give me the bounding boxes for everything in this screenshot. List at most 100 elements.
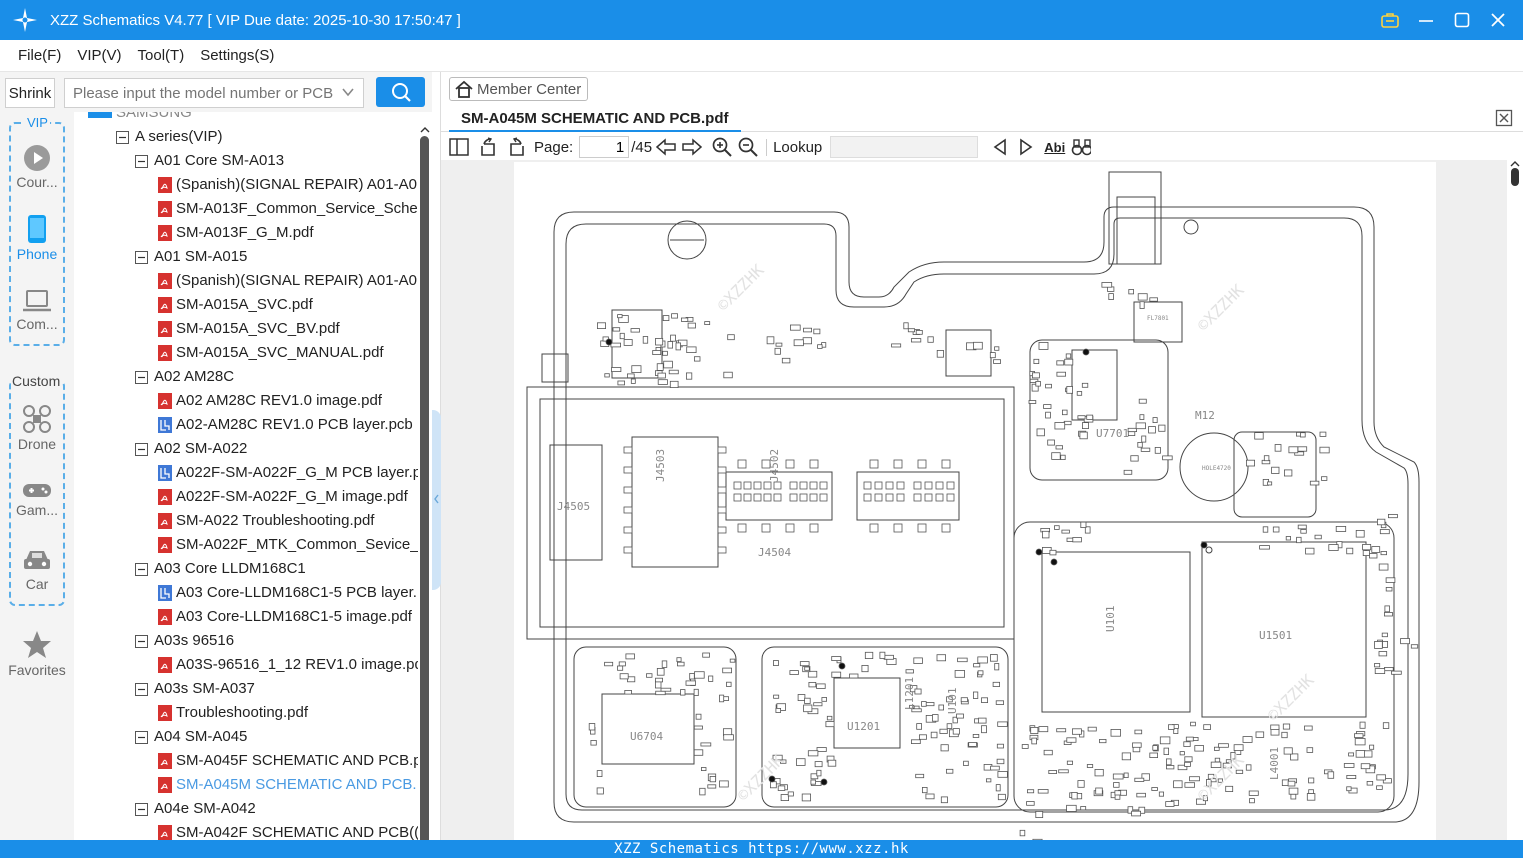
binoculars-icon[interactable]: [1071, 137, 1092, 157]
search-button[interactable]: [376, 77, 425, 107]
tree-file[interactable]: A02-AM28C REV1.0 PCB layer.pcb: [158, 413, 413, 437]
pcb-pad: [1270, 724, 1280, 730]
pcb-pad: [1072, 537, 1082, 543]
tree-file[interactable]: A022F-SM-A022F_G_M image.pdf: [158, 485, 408, 509]
sidebar-item-favorites[interactable]: Favorites: [0, 630, 74, 678]
pcb-pad: [775, 708, 781, 713]
tree-file[interactable]: Troubleshooting.pdf: [158, 701, 308, 725]
zoom-in-icon[interactable]: [712, 137, 732, 157]
pcb-pad: [1166, 765, 1175, 770]
lookup-input[interactable]: [830, 136, 979, 158]
pdf-scrollbar[interactable]: [1507, 160, 1523, 840]
scroll-up-icon[interactable]: [1510, 160, 1520, 167]
tree-file[interactable]: A022F-SM-A022F_G_M PCB layer.p: [158, 461, 418, 485]
pdf-page[interactable]: J4505 J4503 J4502 J4504 U7701 M12 U1501 U101 U67…: [514, 162, 1436, 842]
scroll-up-icon[interactable]: [420, 126, 430, 134]
menu-tool[interactable]: Tool(T): [138, 47, 185, 64]
tree-file[interactable]: SM-A015A_SVC_MANUAL.pdf: [158, 341, 384, 365]
rotate-right-icon[interactable]: [506, 137, 526, 157]
collapse-icon[interactable]: [135, 682, 148, 696]
collapse-icon[interactable]: [135, 730, 148, 744]
find-next-icon[interactable]: [1016, 137, 1036, 157]
pcb-pad: [670, 334, 676, 342]
tree-folder[interactable]: A02 SM-A022: [135, 437, 247, 461]
tree-file[interactable]: SM-A013F_G_M.pdf: [158, 221, 314, 245]
sidebar-item-car[interactable]: Car: [0, 546, 74, 592]
sidebar-item-game[interactable]: Gam...: [0, 480, 74, 518]
collapse-icon[interactable]: [135, 634, 148, 648]
close-tab-icon[interactable]: [1495, 109, 1513, 127]
zoom-out-icon[interactable]: [738, 137, 758, 157]
tree-file[interactable]: SM-A013F_Common_Service_Scher: [158, 197, 418, 221]
pdf-scroll-thumb[interactable]: [1511, 168, 1519, 186]
collapse-icon[interactable]: [135, 154, 148, 168]
tree-file[interactable]: A03 Core-LLDM168C1-5 PCB layer.: [158, 581, 417, 605]
tree-file[interactable]: (Spanish)(SIGNAL REPAIR) A01-A0: [158, 173, 417, 197]
pcb-pad: [1214, 757, 1221, 763]
vip-badge-icon[interactable]: [1379, 9, 1401, 31]
tree-file[interactable]: A02 AM28C REV1.0 image.pdf: [158, 389, 382, 413]
page-number-input[interactable]: [579, 136, 630, 158]
pcb-pad: [973, 663, 981, 668]
minimize-icon[interactable]: [1415, 9, 1437, 31]
collapse-handle[interactable]: [432, 410, 441, 590]
prev-page-arrow-icon[interactable]: [656, 137, 676, 157]
collapse-icon[interactable]: [135, 802, 148, 816]
tree-file[interactable]: A03 Core-LLDM168C1-5 image.pdf: [158, 605, 412, 629]
tree-folder[interactable]: A04 SM-A045: [135, 725, 247, 749]
shrink-button[interactable]: Shrink: [5, 78, 55, 108]
search-input[interactable]: [73, 84, 333, 102]
sidebar-item-computer[interactable]: Com...: [0, 288, 74, 332]
pcb-pad: [774, 347, 781, 355]
tree-file[interactable]: SM-A045M SCHEMATIC AND PCB.: [158, 773, 417, 797]
tree-folder[interactable]: A02 AM28C: [135, 365, 234, 389]
collapse-icon[interactable]: [116, 130, 129, 144]
tree-scroll-thumb[interactable]: [420, 136, 429, 856]
collapse-icon[interactable]: [135, 562, 148, 576]
tree-file[interactable]: (Spanish)(SIGNAL REPAIR) A01-A0: [158, 269, 417, 293]
sidebar-toggle-icon[interactable]: [449, 137, 469, 157]
match-case-button[interactable]: Abi: [1044, 140, 1065, 155]
sidebar-item-course[interactable]: Cour...: [0, 144, 74, 190]
tree-folder[interactable]: A series(VIP): [116, 125, 223, 149]
menu-file[interactable]: File(F): [18, 47, 61, 64]
rotate-left-icon[interactable]: [479, 137, 499, 157]
pdf-file-icon: [158, 273, 172, 289]
chevron-down-icon[interactable]: [341, 85, 355, 104]
tree-folder[interactable]: A03s SM-A037: [135, 677, 255, 701]
next-page-arrow-icon[interactable]: [682, 137, 703, 157]
tree-scrollbar[interactable]: [418, 126, 432, 856]
pdf-canvas[interactable]: J4505 J4503 J4502 J4504 U7701 M12 U1501 U101 U67…: [441, 160, 1523, 842]
sidebar-item-phone[interactable]: Phone: [0, 214, 74, 262]
find-prev-icon[interactable]: [990, 137, 1010, 157]
tree-folder[interactable]: A03 Core LLDM168C1: [135, 557, 306, 581]
tree-folder[interactable]: A01 SM-A015: [135, 245, 247, 269]
pcb-pad: [1151, 787, 1158, 791]
tab-current-document[interactable]: SM-A045M SCHEMATIC AND PCB.pdf: [449, 106, 741, 132]
tree-file[interactable]: SM-A015A_SVC.pdf: [158, 293, 313, 317]
tree-file[interactable]: A03S-96516_1_12 REV1.0 image.pd: [158, 653, 418, 677]
pcb-pad: [1110, 729, 1121, 737]
pane-splitter[interactable]: [432, 72, 441, 840]
tree-file[interactable]: SM-A042F SCHEMATIC AND PCB((: [158, 821, 418, 840]
maximize-icon[interactable]: [1451, 9, 1473, 31]
pcb-pad: [717, 446, 727, 454]
tree-file[interactable]: SM-A022 Troubleshooting.pdf: [158, 509, 374, 533]
tree-file[interactable]: SM-A022F_MTK_Common_Sevice_S: [158, 533, 418, 557]
collapse-icon[interactable]: [135, 442, 148, 456]
menu-settings[interactable]: Settings(S): [200, 47, 274, 64]
sidebar-item-drone[interactable]: Drone: [0, 404, 74, 452]
tree-root-samsung[interactable]: SAMSUNG: [116, 112, 192, 125]
tree-folder[interactable]: A01 Core SM-A013: [135, 149, 284, 173]
close-icon[interactable]: [1487, 9, 1509, 31]
collapse-icon[interactable]: [135, 370, 148, 384]
tree-file[interactable]: SM-A015A_SVC_BV.pdf: [158, 317, 340, 341]
tree-file[interactable]: SM-A045F SCHEMATIC AND PCB.p: [158, 749, 418, 773]
collapse-icon[interactable]: [135, 250, 148, 264]
tree-folder[interactable]: A03s 96516: [135, 629, 234, 653]
tree-folder[interactable]: A04e SM-A042: [135, 797, 256, 821]
member-center-button[interactable]: Member Center: [449, 77, 589, 101]
model-search-combo[interactable]: [64, 78, 364, 108]
pcb-pad: [804, 697, 811, 704]
menu-vip[interactable]: VIP(V): [77, 47, 121, 64]
